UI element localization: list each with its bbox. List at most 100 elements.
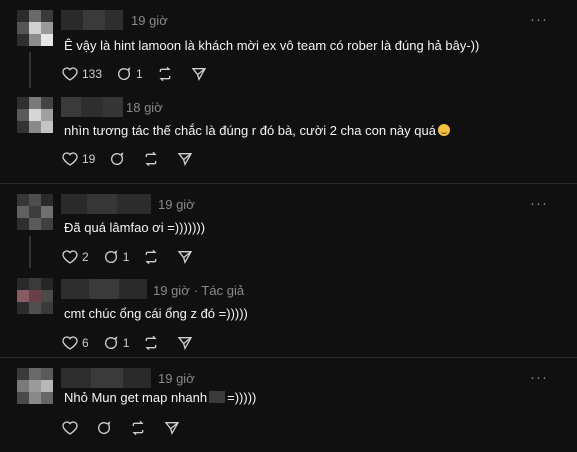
comment-button[interactable]: 1 bbox=[116, 66, 143, 82]
avatar-pixel bbox=[29, 10, 41, 22]
avatar-pixel bbox=[41, 392, 53, 404]
comment-button[interactable] bbox=[96, 420, 116, 436]
comment-icon bbox=[118, 67, 131, 80]
share-button[interactable] bbox=[177, 151, 197, 167]
like-button[interactable]: 133 bbox=[62, 66, 102, 82]
avatar-pixel bbox=[17, 97, 29, 109]
comment-thread: 19 giờ ··· Ê vậy là hint lamoon là khách… bbox=[0, 0, 577, 452]
comment-text: Ê vậy là hint lamoon là khách mời ex vô … bbox=[64, 38, 480, 53]
avatar-pixel bbox=[29, 34, 41, 46]
avatar[interactable] bbox=[17, 97, 53, 133]
avatar-pixel bbox=[17, 109, 29, 121]
more-options-icon[interactable]: ··· bbox=[530, 195, 548, 212]
avatar-pixel bbox=[17, 22, 29, 34]
avatar[interactable] bbox=[17, 278, 53, 314]
comment-count: 1 bbox=[122, 336, 130, 350]
avatar-pixel bbox=[41, 302, 53, 314]
repost-button[interactable] bbox=[143, 335, 163, 351]
share-button[interactable] bbox=[177, 249, 197, 265]
comment-post: 19 giờ · Tác giả cmt chúc ổng cái ổng z đ… bbox=[0, 270, 577, 356]
avatar-pixel bbox=[17, 121, 29, 133]
action-bar bbox=[62, 418, 198, 438]
share-button[interactable] bbox=[164, 420, 184, 436]
comment-button[interactable] bbox=[109, 151, 129, 167]
avatar-pixel bbox=[17, 392, 29, 404]
avatar-pixel bbox=[41, 218, 53, 230]
avatar[interactable] bbox=[17, 368, 53, 404]
avatar-pixel bbox=[41, 34, 53, 46]
send-icon bbox=[164, 422, 180, 436]
repost-button[interactable] bbox=[130, 420, 150, 436]
avatar-pixel bbox=[29, 206, 41, 218]
avatar[interactable] bbox=[17, 10, 53, 46]
like-button[interactable] bbox=[62, 420, 82, 436]
avatar-pixel bbox=[17, 218, 29, 230]
comment-button[interactable]: 1 bbox=[103, 335, 130, 351]
like-button[interactable]: 6 bbox=[62, 335, 89, 351]
avatar-pixel bbox=[29, 302, 41, 314]
heart-icon bbox=[62, 250, 78, 264]
avatar-pixel bbox=[29, 218, 41, 230]
avatar-pixel bbox=[41, 380, 53, 392]
comment-icon bbox=[111, 152, 124, 165]
comment-post: 19 giờ ··· Ê vậy là hint lamoon là khách… bbox=[0, 0, 577, 90]
like-button[interactable]: 19 bbox=[62, 151, 95, 167]
username-redacted[interactable] bbox=[61, 10, 123, 30]
username-redacted[interactable] bbox=[61, 279, 147, 299]
author-tag: · Tác giả bbox=[193, 283, 245, 298]
timestamp: 19 giờ · Tác giả bbox=[153, 283, 244, 298]
thread-line bbox=[29, 236, 31, 268]
comment-text: Đã quá lâmfao ơi =))))))) bbox=[64, 220, 206, 235]
avatar-pixel bbox=[41, 22, 53, 34]
avatar-pixel bbox=[29, 368, 41, 380]
like-count: 6 bbox=[82, 336, 89, 350]
share-button[interactable] bbox=[177, 335, 197, 351]
rolling-laughing-emoji-icon bbox=[437, 124, 450, 136]
comment-count: 1 bbox=[136, 67, 143, 81]
avatar-pixel bbox=[41, 206, 53, 218]
avatar-pixel bbox=[41, 10, 53, 22]
comment-count: 1 bbox=[122, 250, 130, 264]
repost-button[interactable] bbox=[157, 66, 177, 82]
avatar-pixel bbox=[29, 194, 41, 206]
repost-icon bbox=[145, 249, 157, 265]
avatar-pixel bbox=[41, 121, 53, 133]
avatar-pixel bbox=[41, 97, 53, 109]
timestamp: 19 giờ bbox=[158, 371, 195, 386]
avatar-pixel bbox=[41, 290, 53, 302]
action-bar: 19 bbox=[62, 149, 211, 169]
heart-icon bbox=[62, 336, 78, 350]
like-button[interactable]: 2 bbox=[62, 249, 89, 265]
comment-text: cmt chúc ổng cái ổng z đó =))))) bbox=[64, 306, 248, 321]
action-bar: 2 1 bbox=[62, 247, 211, 267]
action-bar: 6 1 bbox=[62, 333, 211, 353]
more-options-icon[interactable]: ··· bbox=[530, 11, 548, 28]
like-count: 2 bbox=[82, 250, 89, 264]
share-button[interactable] bbox=[191, 66, 211, 82]
repost-button[interactable] bbox=[143, 249, 163, 265]
avatar-pixel bbox=[17, 302, 29, 314]
username-redacted[interactable] bbox=[61, 368, 151, 388]
comment-post: 18 giờ nhìn tương tác thế chắc là đúng r… bbox=[0, 90, 577, 180]
avatar-pixel bbox=[29, 121, 41, 133]
avatar-pixel bbox=[29, 392, 41, 404]
avatar-pixel bbox=[17, 290, 29, 302]
avatar-pixel bbox=[17, 194, 29, 206]
send-icon bbox=[191, 68, 206, 82]
avatar[interactable] bbox=[17, 194, 53, 230]
avatar-pixel bbox=[17, 368, 29, 380]
repost-icon bbox=[132, 420, 144, 436]
repost-button[interactable] bbox=[143, 151, 163, 167]
like-count: 133 bbox=[82, 67, 103, 81]
thread-line bbox=[29, 52, 31, 88]
username-redacted[interactable] bbox=[61, 97, 123, 117]
avatar-pixel bbox=[17, 34, 29, 46]
avatar-pixel bbox=[41, 368, 53, 380]
comment-icon bbox=[98, 421, 111, 434]
comment-button[interactable]: 1 bbox=[103, 249, 130, 265]
comment-text: nhìn tương tác thế chắc là đúng r đó bà,… bbox=[64, 123, 450, 138]
comment-text-before: Nhỏ Mun get map nhanh bbox=[64, 390, 208, 405]
username-redacted[interactable] bbox=[61, 194, 151, 214]
send-icon bbox=[178, 251, 193, 265]
more-options-icon[interactable]: ··· bbox=[530, 369, 548, 386]
